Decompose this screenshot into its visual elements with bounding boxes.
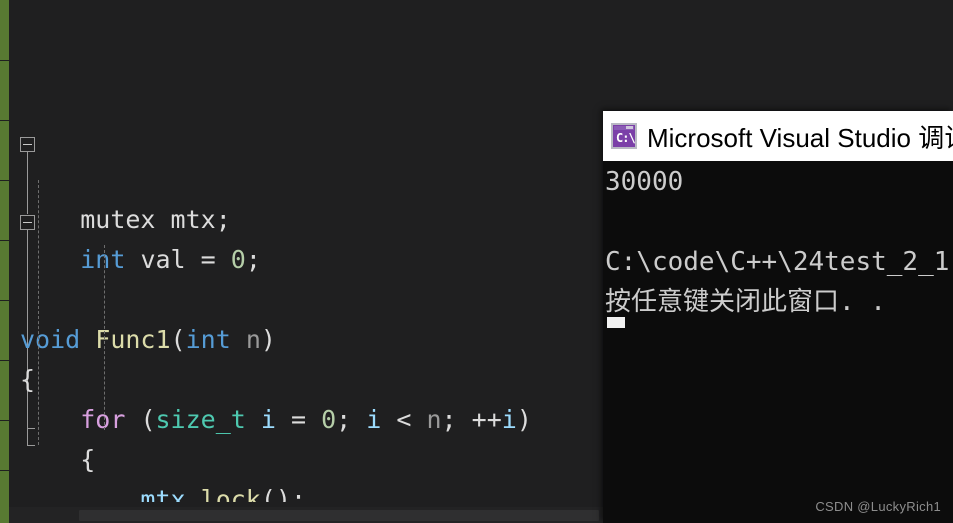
code-token: int: [80, 245, 126, 274]
code-token: ;: [215, 205, 231, 234]
code-token: ;: [245, 245, 261, 274]
console-output-value: 30000: [605, 167, 684, 197]
csdn-watermark: CSDN @LuckyRich1: [815, 499, 941, 514]
source-code-text[interactable]: mutex mtx; int val = 0; void Func1(int n…: [20, 0, 620, 502]
code-token: ): [260, 325, 276, 354]
code-token: ;: [441, 405, 472, 434]
code-token: i: [260, 405, 276, 434]
code-token: Func1: [95, 325, 171, 354]
code-token: n: [245, 325, 261, 354]
console-output-area[interactable]: 30000 C:\code\C++\24test_2_1 按任意键关闭此窗口. .: [603, 162, 953, 523]
code-token: (: [140, 405, 156, 434]
code-token: 0: [321, 405, 337, 434]
editor-horizontal-scrollbar[interactable]: [9, 507, 603, 523]
change-tracking-margin: [0, 0, 9, 523]
cmd-prompt-icon: C:\: [611, 123, 637, 149]
debug-console-window[interactable]: C:\ Microsoft Visual Studio 调试 30000 C:\…: [603, 111, 953, 523]
line-func1-open-brace[interactable]: {: [20, 360, 620, 400]
code-token: {: [80, 445, 96, 474]
code-token: int: [185, 325, 231, 354]
code-token: .: [185, 485, 201, 502]
code-token: i: [501, 405, 517, 434]
code-token: size_t: [155, 405, 246, 434]
code-token: for: [80, 405, 126, 434]
scrollbar-thumb[interactable]: [79, 510, 599, 521]
code-token: ): [516, 405, 532, 434]
console-press-key: 按任意键关闭此窗口. .: [605, 287, 886, 317]
line-mtx-lock[interactable]: mtx.lock();: [20, 480, 620, 502]
console-blank: [605, 202, 953, 242]
selection-margin[interactable]: [9, 0, 19, 523]
console-text-cursor: [607, 317, 625, 328]
line-for-loop[interactable]: for (size_t i = 0; i < n; ++i): [20, 400, 620, 440]
code-token: <: [381, 405, 427, 434]
console-window-title: Microsoft Visual Studio 调试: [647, 122, 953, 153]
code-token: =: [275, 405, 322, 434]
indent-guide-level-2: [104, 245, 105, 430]
code-token: =: [185, 245, 231, 274]
code-token: mutex: [80, 205, 156, 234]
line-for-open-brace[interactable]: {: [20, 440, 620, 480]
code-token: void: [20, 325, 81, 354]
code-token: n: [426, 405, 442, 434]
line-blank-1[interactable]: [20, 280, 620, 320]
code-token: lock: [200, 485, 261, 502]
line-mutex-decl[interactable]: mutex mtx;: [20, 200, 620, 240]
indent-guide-level-1: [38, 180, 39, 445]
code-token: 0: [230, 245, 246, 274]
code-token: i: [366, 405, 382, 434]
console-title-bar[interactable]: C:\ Microsoft Visual Studio 调试: [603, 111, 953, 161]
console-exit-path: C:\code\C++\24test_2_1: [605, 247, 950, 277]
cmd-icon-label: C:\: [616, 131, 636, 145]
line-int-val[interactable]: int val = 0;: [20, 240, 620, 280]
code-token: val: [140, 245, 186, 274]
code-token: {: [20, 365, 36, 394]
code-token: ++: [471, 405, 502, 434]
code-token: mtx: [170, 205, 216, 234]
code-token: ();: [260, 485, 307, 502]
code-token: mtx: [140, 485, 186, 502]
code-token: (: [170, 325, 186, 354]
code-token: ;: [336, 405, 367, 434]
code-line-list: mutex mtx; int val = 0; void Func1(int n…: [20, 200, 620, 502]
line-func1-signature[interactable]: void Func1(int n): [20, 320, 620, 360]
